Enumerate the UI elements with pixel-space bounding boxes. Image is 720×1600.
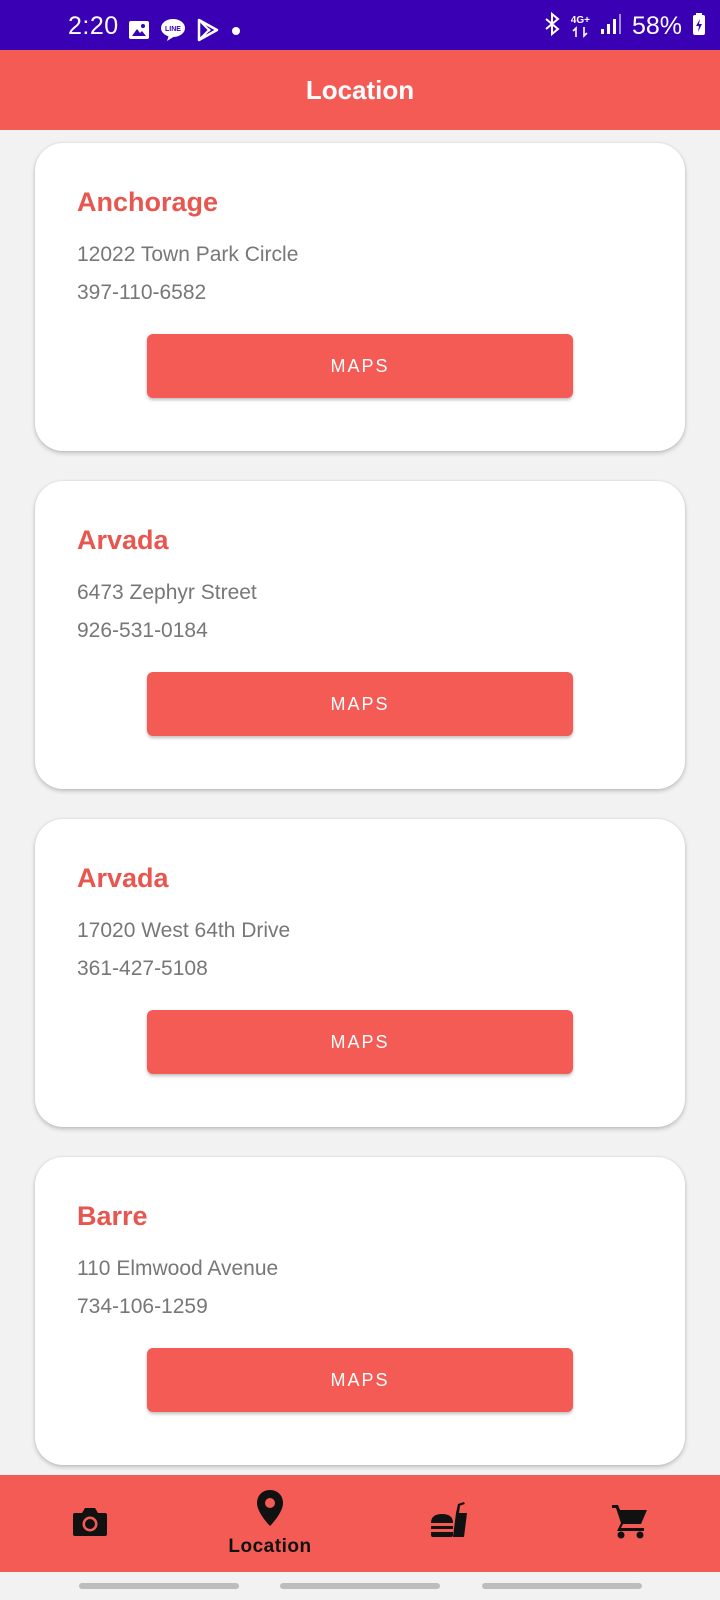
location-city: Arvada	[77, 525, 169, 555]
location-card: Arvada 17020 West 64th Drive 361-427-510…	[35, 819, 685, 1127]
maps-button[interactable]: MAPS	[147, 1348, 573, 1412]
dot-icon	[230, 24, 242, 42]
maps-button[interactable]: MAPS	[147, 1010, 573, 1074]
app-bar: Location	[0, 50, 720, 130]
battery-percentage: 58%	[631, 12, 682, 40]
location-card: Barre 110 Elmwood Avenue 734-106-1259 MA…	[35, 1157, 685, 1465]
location-pin-icon	[255, 1489, 285, 1532]
system-gesture-bar	[0, 1572, 720, 1600]
bluetooth-icon	[543, 11, 561, 41]
battery-icon	[692, 12, 706, 41]
camera-icon	[71, 1504, 109, 1543]
fast-food-icon	[429, 1501, 471, 1546]
location-card: Arvada 6473 Zephyr Street 926-531-0184 M…	[35, 481, 685, 789]
nav-item-food[interactable]	[360, 1475, 540, 1572]
status-time: 2:20	[68, 12, 119, 40]
play-store-icon	[196, 18, 220, 47]
location-phone: 734-106-1259	[77, 1295, 208, 1318]
gesture-pill-right[interactable]	[482, 1583, 642, 1589]
location-phone: 361-427-5108	[77, 957, 208, 980]
location-phone: 397-110-6582	[77, 281, 207, 304]
nav-item-camera[interactable]	[0, 1475, 180, 1572]
network-4g-icon: 4G+	[571, 15, 590, 38]
location-card: Anchorage 12022 Town Park Circle 397-110…	[35, 143, 685, 451]
gesture-pill-left[interactable]	[79, 1583, 239, 1589]
maps-button[interactable]: MAPS	[147, 334, 573, 398]
location-list[interactable]: Anchorage 12022 Town Park Circle 397-110…	[0, 130, 720, 1475]
signal-icon	[600, 13, 622, 40]
nav-item-cart[interactable]	[540, 1475, 720, 1572]
gesture-pill-center[interactable]	[280, 1583, 440, 1589]
location-city: Arvada	[77, 863, 169, 893]
cart-icon	[610, 1502, 650, 1545]
location-city: Anchorage	[77, 187, 219, 217]
location-phone: 926-531-0184	[77, 619, 208, 642]
location-address: 17020 West 64th Drive	[77, 919, 291, 942]
location-address: 110 Elmwood Avenue	[77, 1257, 279, 1280]
status-bar: 2:20 LINE 4G+ 58%	[0, 0, 720, 50]
location-address: 12022 Town Park Circle	[77, 243, 299, 266]
location-city: Barre	[77, 1201, 148, 1231]
line-icon: LINE	[160, 18, 186, 47]
nav-label-location: Location	[228, 1536, 312, 1557]
page-title: Location	[305, 74, 415, 105]
nav-item-location[interactable]: Location	[180, 1475, 360, 1572]
maps-button[interactable]: MAPS	[147, 672, 573, 736]
gallery-icon	[128, 19, 150, 46]
location-address: 6473 Zephyr Street	[77, 581, 257, 604]
bottom-navigation: Location	[0, 1475, 720, 1572]
svg-text:LINE: LINE	[165, 26, 181, 33]
